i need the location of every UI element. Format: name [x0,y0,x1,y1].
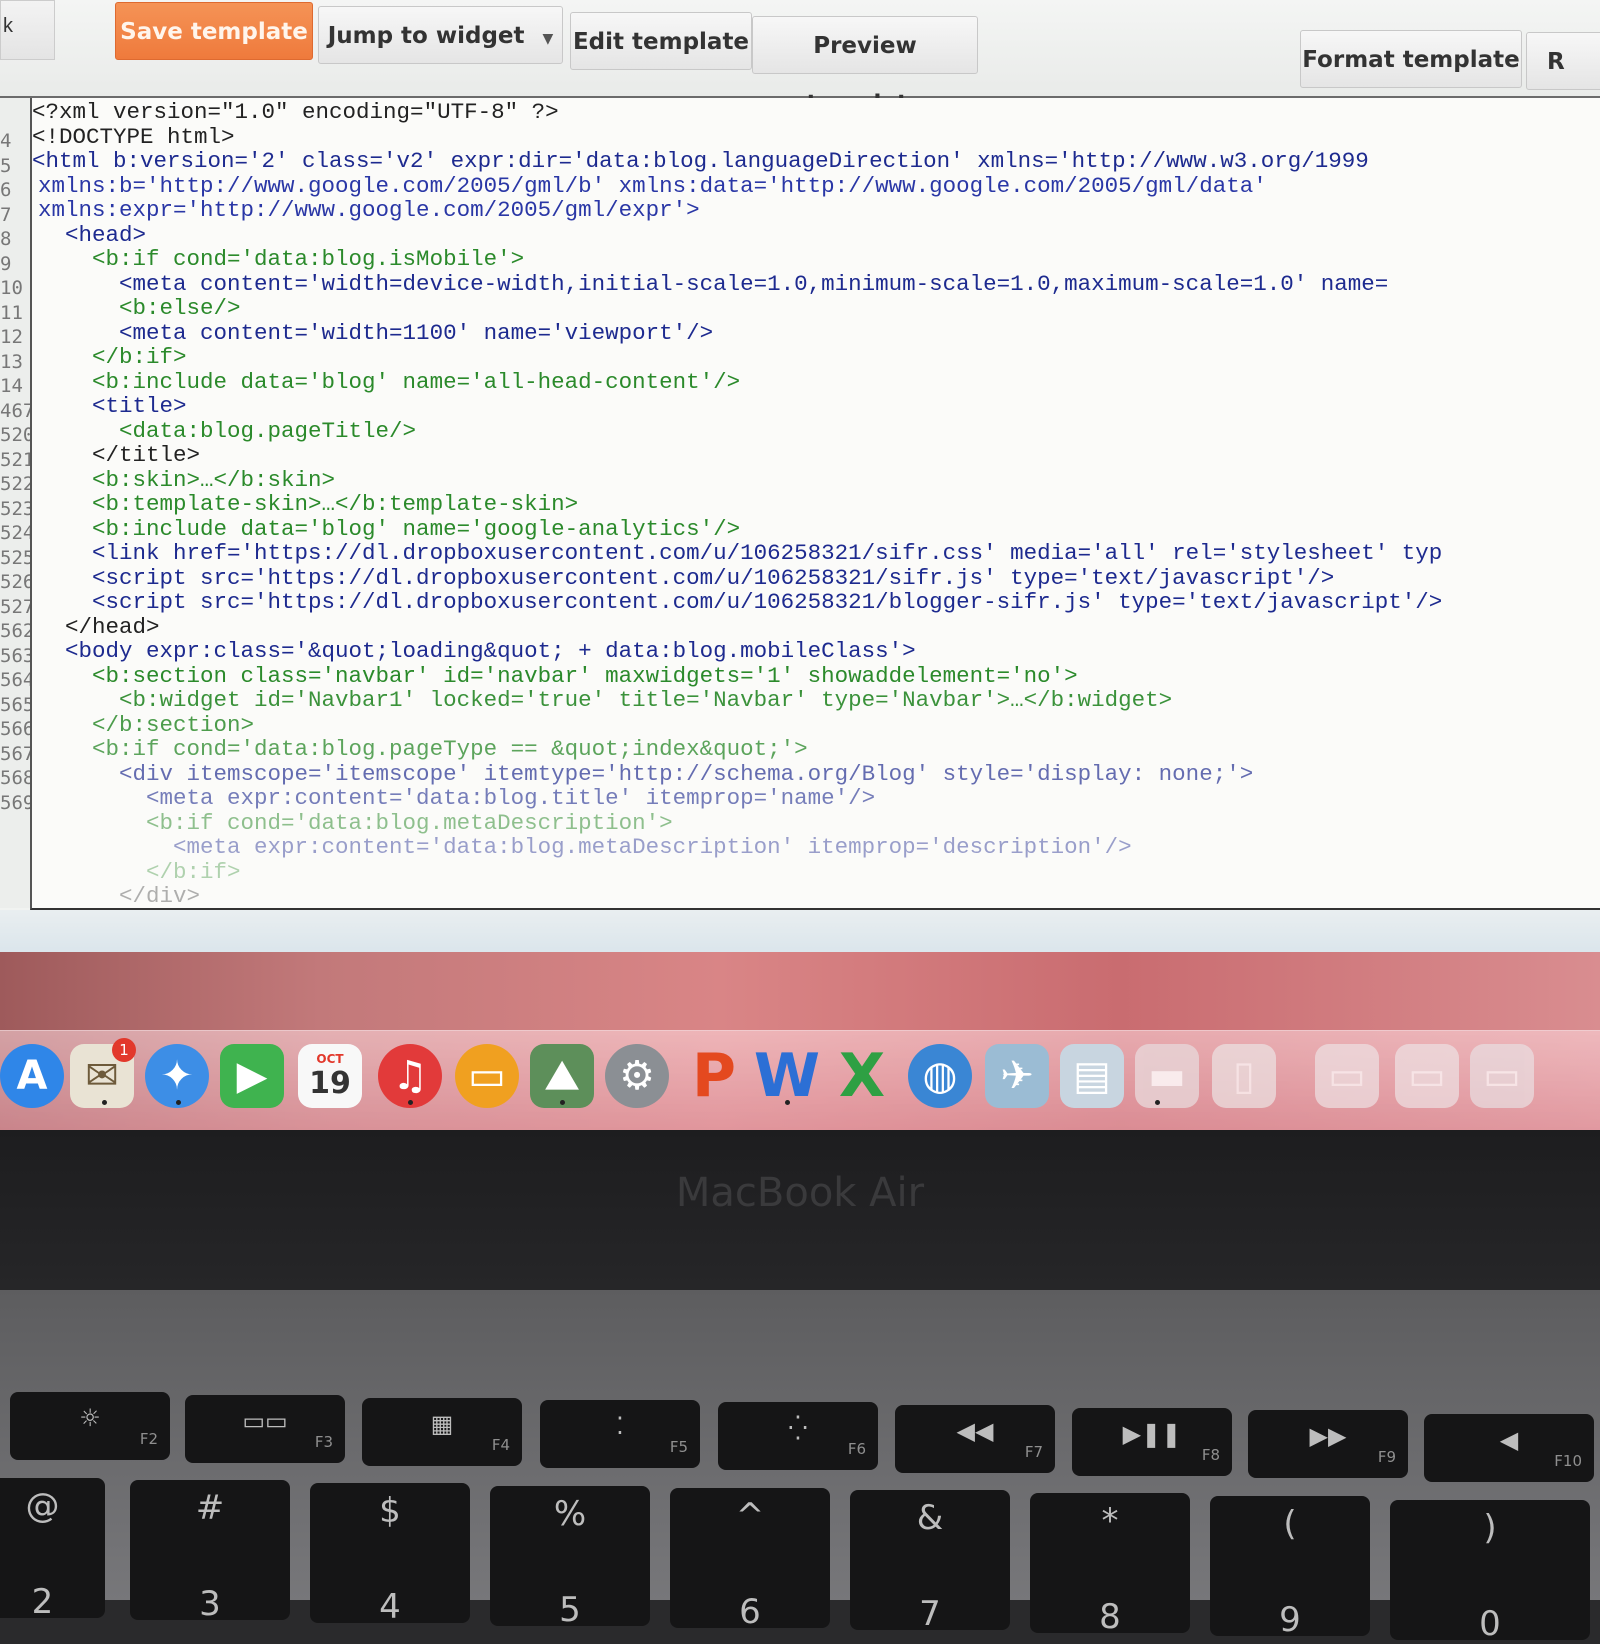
rewind-icon: ◀◀ [956,1417,994,1445]
mission-control-icon: ▭▭ [242,1407,288,1435]
document-icon[interactable]: ▯ [1212,1044,1276,1108]
app-store-icon[interactable]: A [0,1044,64,1108]
mute-icon: ◀ [1499,1426,1519,1454]
chevron-down-icon: ▼ [542,31,554,47]
image-capture-icon[interactable]: ▤ [1060,1044,1124,1108]
key-f8[interactable]: ▶❚❚ F8 [1072,1408,1232,1476]
code-line: <link href='https://dl.dropboxuserconten… [38,541,1443,565]
code-line: <b:include data='blog' name='google-anal… [38,516,741,541]
code-line: </head> [38,614,160,639]
code-line: </div> [38,884,201,908]
key-8[interactable]: * 8 [1030,1493,1190,1637]
jump-to-widget-label: Jump to widget [327,23,525,49]
key-9[interactable]: (9 [1210,1496,1370,1640]
calendar-icon[interactable]: OCT 19 [298,1044,362,1108]
network-globe-icon[interactable]: ◍ [908,1044,972,1108]
keyboard-light-down-icon: ⁚ [616,1412,624,1440]
code-line: <b:if cond='data:blog.pageType == &quot;… [38,737,808,761]
format-template-button[interactable]: Format template [1300,30,1522,88]
code-line: <script src='https://dl.dropboxuserconte… [38,565,1335,590]
code-line: </b:if> [38,859,241,884]
key-f6[interactable]: ⁛ F6 [718,1402,878,1470]
running-indicator [1155,1100,1160,1105]
code-line: <meta content='width=device-width,initia… [38,271,1389,296]
code-line: <body expr:class='&quot;loading&quot; + … [38,639,916,663]
running-indicator [176,1100,181,1105]
launchpad-icon: ▦ [430,1410,454,1438]
key-0[interactable]: ) 0 [1390,1500,1590,1644]
ibooks-icon[interactable]: ▭ [455,1044,519,1108]
mail-badge: 1 [112,1038,136,1062]
powerpoint-icon[interactable]: P [682,1041,746,1111]
keyboard-light-up-icon: ⁛ [788,1414,808,1442]
code-line: <script src='https://dl.dropboxuserconte… [38,590,1443,614]
code-line: <data:blog.pageTitle/> [38,418,417,443]
back-button[interactable]: k [0,0,55,60]
jump-to-widget-dropdown[interactable]: Jump to widget ▼ [318,6,563,64]
code-line: <meta expr:content='data:blog.title' ite… [38,786,876,810]
preview-template-button[interactable]: Preview template [752,16,978,117]
facetime-icon[interactable]: ▶ [220,1044,284,1108]
template-toolbar: k Save template Jump to widget ▼ Edit tem… [0,0,1600,117]
code-line: xmlns:expr='http://www.google.com/2005/g… [38,198,700,222]
play-pause-icon: ▶❚❚ [1122,1420,1182,1448]
key-f3[interactable]: ▭▭ F3 [185,1395,345,1463]
itunes-icon[interactable]: ♫ [378,1044,442,1108]
key-2[interactable]: @2 [0,1478,105,1622]
running-indicator [408,1100,413,1105]
running-indicator [785,1100,790,1105]
code-line: <title> [38,394,187,418]
key-7[interactable]: & 7 [850,1490,1010,1634]
key-f4[interactable]: ▦ F4 [362,1398,522,1466]
code-line: <div itemscope='itemscope' itemtype='htt… [38,761,1254,786]
save-template-button[interactable]: Save template [115,2,313,60]
code-line: <meta content='width=1100' name='viewpor… [38,320,714,345]
code-line: <?xml version="1.0" encoding="UTF-8" ?> [32,100,559,124]
preview-icon[interactable]: ⛰ [530,1044,594,1108]
brightness-up-icon: ☼ [79,1404,101,1432]
safari-icon[interactable]: ✦ [145,1044,209,1108]
key-f10[interactable]: ◀ F10 [1424,1414,1594,1482]
system-preferences-icon[interactable]: ⚙ [605,1044,669,1108]
code-line: <b:skin>…</b:skin> [38,467,336,492]
code-line: <meta expr:content='data:blog.metaDescri… [38,835,1132,859]
calendar-day: 19 [309,1065,351,1101]
key-f2[interactable]: ☼ F2 [10,1392,170,1460]
code-line: <b:include data='blog' name='all-head-co… [38,369,741,394]
code-line: </title> [38,443,201,467]
code-line: <html b:version='2' class='v2' expr:dir=… [32,149,1369,173]
code-line: <b:template-skin>…</b:template-skin> [38,492,579,516]
running-indicator [560,1100,565,1105]
trash-icon[interactable]: ▭ [1470,1044,1534,1108]
code-line: <head> [38,222,147,247]
word-icon[interactable]: W [754,1041,820,1111]
excel-icon[interactable]: X [830,1041,894,1111]
downloads-folder-icon[interactable]: ▭ [1315,1044,1379,1108]
code-line: <b:section class='navbar' id='navbar' ma… [38,663,1078,688]
calendar-month: OCT [316,1051,344,1066]
running-indicator [102,1100,107,1105]
folder-icon[interactable]: ▬ [1135,1044,1199,1108]
key-f7[interactable]: ◀◀ F7 [895,1405,1055,1473]
code-line: </b:section> [38,712,255,737]
key-f9[interactable]: ▶▶ F9 [1248,1410,1408,1478]
bezel-brand-label: MacBook Air [675,1170,925,1216]
key-6[interactable]: ^ 6 [670,1488,830,1632]
code-line: <!DOCTYPE html> [32,124,235,149]
code-line: xmlns:b='http://www.google.com/2005/gml/… [38,173,1267,198]
code-line: <b:widget id='Navbar1' locked='true' tit… [38,688,1173,712]
edit-template-button[interactable]: Edit template [570,12,752,70]
code-line: <b:if cond='data:blog.isMobile'> [38,247,525,271]
key-3[interactable]: #3 [130,1480,290,1624]
photo-app-icon[interactable]: ✈ [985,1044,1049,1108]
applications-folder-icon[interactable]: ▭ [1395,1044,1459,1108]
code-line: <b:else/> [38,296,241,320]
key-5[interactable]: % 5 [490,1486,650,1630]
code-line: </b:if> [38,345,187,369]
key-f5[interactable]: ⁚ F5 [540,1400,700,1468]
fast-forward-icon: ▶▶ [1309,1422,1347,1450]
code-line: <b:if cond='data:blog.metaDescription'> [38,810,673,835]
revert-template-button[interactable]: R [1526,32,1600,90]
key-4[interactable]: $4 [310,1483,470,1627]
